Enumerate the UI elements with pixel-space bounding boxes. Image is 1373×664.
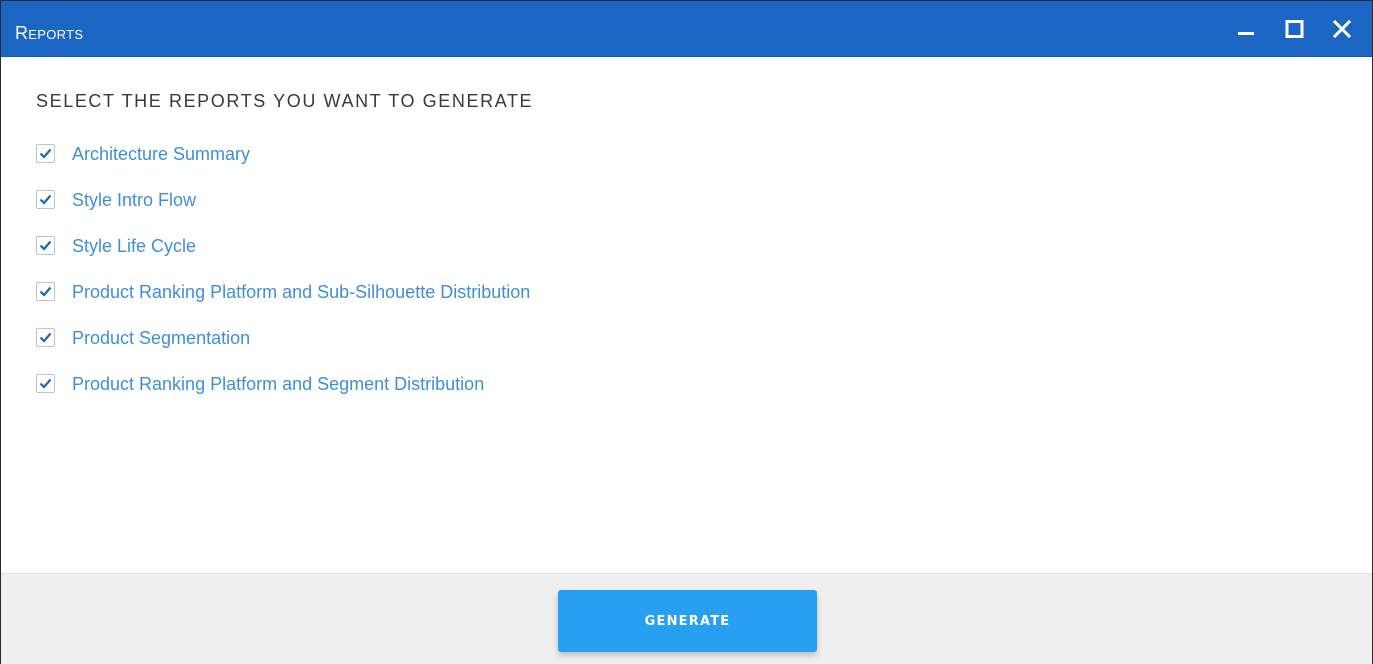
close-icon	[1332, 19, 1352, 39]
close-button[interactable]	[1327, 15, 1357, 43]
checkmark-icon	[39, 148, 52, 159]
checkmark-icon	[39, 286, 52, 297]
report-checkbox[interactable]	[36, 236, 55, 255]
maximize-button[interactable]	[1280, 15, 1310, 43]
checkmark-icon	[39, 378, 52, 389]
report-label[interactable]: Architecture Summary	[72, 143, 250, 165]
report-checkbox[interactable]	[36, 144, 55, 163]
report-checkbox[interactable]	[36, 374, 55, 393]
checkmark-icon	[39, 194, 52, 205]
checkmark-icon	[39, 332, 52, 343]
reports-dialog: Reports SELECT THE REPORTS YOU WANT TO G…	[0, 0, 1373, 664]
report-option[interactable]: Style Intro Flow	[36, 189, 530, 235]
report-label[interactable]: Style Intro Flow	[72, 189, 196, 211]
report-option[interactable]: Product Segmentation	[36, 327, 530, 373]
report-list: Architecture Summary Style Intro Flow St…	[36, 143, 530, 419]
generate-button[interactable]: GENERATE	[558, 590, 817, 652]
report-option[interactable]: Product Ranking Platform and Segment Dis…	[36, 373, 530, 419]
report-option[interactable]: Architecture Summary	[36, 143, 530, 189]
maximize-icon	[1285, 20, 1304, 38]
report-label[interactable]: Style Life Cycle	[72, 235, 196, 257]
report-label[interactable]: Product Ranking Platform and Segment Dis…	[72, 373, 484, 395]
report-checkbox[interactable]	[36, 190, 55, 209]
section-heading: SELECT THE REPORTS YOU WANT TO GENERATE	[36, 91, 534, 111]
dialog-footer: GENERATE	[1, 573, 1372, 664]
minimize-icon	[1238, 32, 1254, 35]
minimize-button[interactable]	[1231, 15, 1261, 43]
report-option[interactable]: Style Life Cycle	[36, 235, 530, 281]
window-title: Reports	[15, 23, 84, 43]
report-selection-panel: SELECT THE REPORTS YOU WANT TO GENERATE …	[1, 57, 1372, 573]
report-label[interactable]: Product Ranking Platform and Sub-Silhoue…	[72, 281, 530, 303]
report-label[interactable]: Product Segmentation	[72, 327, 250, 349]
report-checkbox[interactable]	[36, 328, 55, 347]
title-bar[interactable]: Reports	[1, 1, 1372, 57]
checkmark-icon	[39, 240, 52, 251]
report-checkbox[interactable]	[36, 282, 55, 301]
report-option[interactable]: Product Ranking Platform and Sub-Silhoue…	[36, 281, 530, 327]
